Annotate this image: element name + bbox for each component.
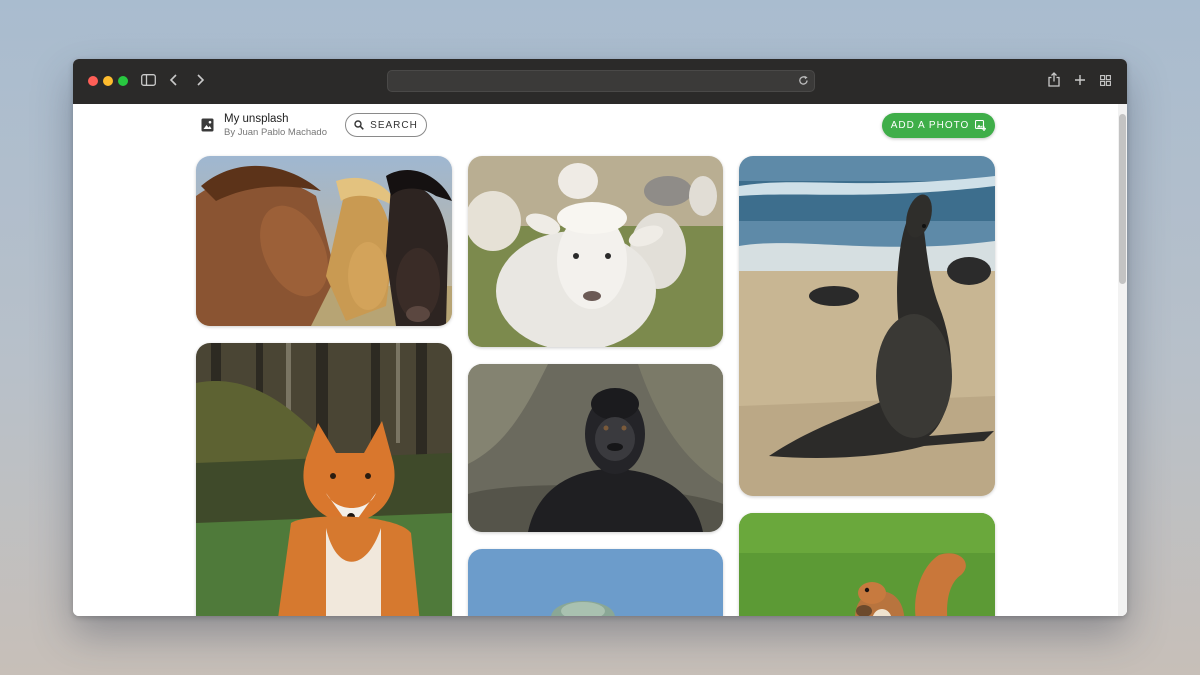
photo-horses[interactable] bbox=[196, 156, 452, 326]
close-window-button[interactable] bbox=[88, 76, 98, 86]
grid-icon[interactable] bbox=[1100, 75, 1111, 86]
scrollbar-thumb[interactable] bbox=[1119, 114, 1126, 284]
reload-icon[interactable] bbox=[798, 75, 809, 86]
app-title: My unsplash bbox=[224, 113, 289, 125]
search-button[interactable]: SEARCH bbox=[345, 113, 427, 137]
page-content: My unsplash By Juan Pablo Machado SEARCH… bbox=[73, 104, 1127, 616]
search-icon bbox=[354, 120, 364, 130]
browser-toolbar bbox=[73, 59, 1127, 104]
chevron-right-icon[interactable] bbox=[195, 73, 205, 87]
add-photo-label: ADD A PHOTO bbox=[890, 120, 970, 131]
photo-sheep[interactable] bbox=[468, 156, 723, 347]
minimize-window-button[interactable] bbox=[103, 76, 113, 86]
address-bar[interactable] bbox=[387, 70, 815, 92]
photo-album-icon bbox=[201, 118, 214, 132]
plus-icon[interactable] bbox=[1074, 74, 1086, 86]
photo-gorilla[interactable] bbox=[468, 364, 723, 532]
search-button-label: SEARCH bbox=[370, 119, 418, 131]
share-icon[interactable] bbox=[1048, 72, 1060, 87]
browser-window: My unsplash By Juan Pablo Machado SEARCH… bbox=[73, 59, 1127, 616]
photo-fox[interactable] bbox=[196, 343, 452, 616]
photo-bird[interactable] bbox=[468, 549, 723, 616]
vertical-scrollbar[interactable] bbox=[1118, 104, 1127, 616]
add-photo-button[interactable]: ADD A PHOTO bbox=[882, 113, 995, 138]
zoom-window-button[interactable] bbox=[118, 76, 128, 86]
photo-squirrel[interactable] bbox=[739, 513, 995, 616]
add-photo-icon bbox=[975, 120, 987, 131]
sidebar-icon[interactable] bbox=[141, 74, 156, 86]
app-subtitle: By Juan Pablo Machado bbox=[224, 127, 327, 138]
chevron-left-icon[interactable] bbox=[169, 73, 179, 87]
photo-sea-lion[interactable] bbox=[739, 156, 995, 496]
